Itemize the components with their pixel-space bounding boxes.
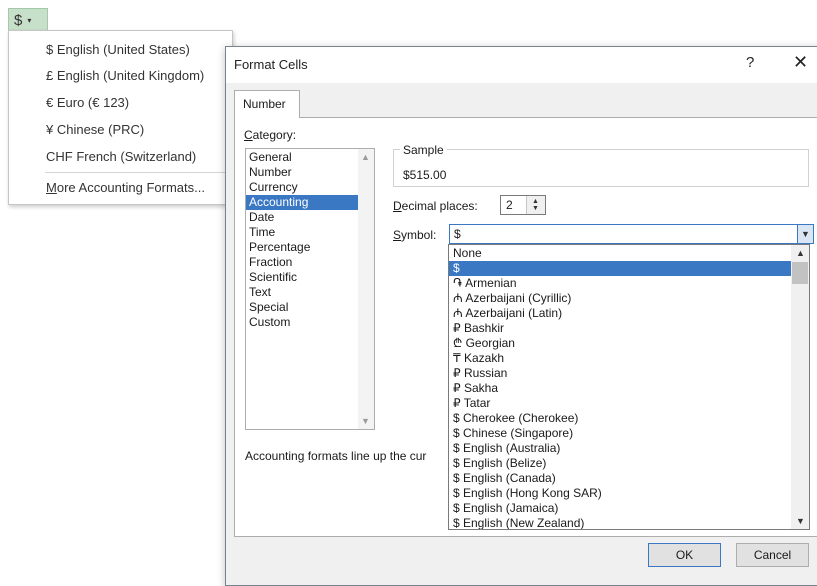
category-item-selected[interactable]: Accounting bbox=[246, 195, 362, 210]
decimal-places-label: Decimal places: bbox=[393, 199, 478, 213]
format-description: Accounting formats line up the cur bbox=[245, 449, 427, 463]
cancel-button[interactable]: Cancel bbox=[736, 543, 809, 567]
category-item[interactable]: General bbox=[246, 150, 362, 165]
category-item[interactable]: Percentage bbox=[246, 240, 362, 255]
category-item[interactable]: Number bbox=[246, 165, 362, 180]
symbol-option[interactable]: ₽ Russian bbox=[449, 366, 791, 381]
symbol-option[interactable]: ₽ Bashkir bbox=[449, 321, 791, 336]
spin-down-icon[interactable]: ▼ bbox=[532, 205, 539, 212]
symbol-option[interactable]: ₼ Azerbaijani (Latin) bbox=[449, 306, 791, 321]
sample-group bbox=[393, 149, 809, 187]
category-item[interactable]: Text bbox=[246, 285, 362, 300]
symbol-option[interactable]: $ English (Hong Kong SAR) bbox=[449, 486, 791, 501]
symbol-option[interactable]: $ English (Australia) bbox=[449, 441, 791, 456]
symbol-option[interactable]: None bbox=[449, 246, 791, 261]
ok-button[interactable]: OK bbox=[648, 543, 721, 567]
decimal-places-spinner[interactable]: ▲ ▼ bbox=[526, 196, 545, 214]
dialog-title: Format Cells bbox=[234, 57, 308, 72]
category-item[interactable]: Date bbox=[246, 210, 362, 225]
menu-separator bbox=[45, 172, 228, 173]
menu-item-euro[interactable]: € Euro (€ 123) bbox=[46, 95, 129, 110]
help-button[interactable]: ? bbox=[746, 54, 754, 71]
chevron-down-icon[interactable]: ▼ bbox=[797, 224, 814, 244]
scroll-up-icon[interactable]: ▲ bbox=[796, 248, 805, 258]
symbol-option[interactable]: ₸ Kazakh bbox=[449, 351, 791, 366]
tab-number[interactable]: Number bbox=[234, 90, 300, 118]
accounting-format-button[interactable]: $ ▾ bbox=[8, 8, 48, 32]
symbol-option[interactable]: $ Chinese (Singapore) bbox=[449, 426, 791, 441]
scroll-down-icon[interactable]: ▼ bbox=[361, 416, 370, 426]
category-scrollbar[interactable]: ▲ ▼ bbox=[358, 149, 374, 429]
symbol-option[interactable]: ֏ Armenian bbox=[449, 276, 791, 291]
category-item[interactable]: Fraction bbox=[246, 255, 362, 270]
menu-item-gbp[interactable]: £ English (United Kingdom) bbox=[46, 68, 204, 83]
symbol-option[interactable]: ₽ Tatar bbox=[449, 396, 791, 411]
category-item[interactable]: Scientific bbox=[246, 270, 362, 285]
symbol-option[interactable]: $ English (Canada) bbox=[449, 471, 791, 486]
sample-label: Sample bbox=[400, 143, 447, 157]
dollar-icon: $ bbox=[14, 12, 23, 29]
category-item[interactable]: Currency bbox=[246, 180, 362, 195]
chevron-down-icon: ▾ bbox=[27, 16, 32, 26]
menu-item-chf[interactable]: CHF French (Switzerland) bbox=[46, 149, 196, 164]
dialog-titlebar: Format Cells ? ✕ bbox=[226, 47, 817, 83]
symbol-option[interactable]: ₽ Sakha bbox=[449, 381, 791, 396]
category-item[interactable]: Special bbox=[246, 300, 362, 315]
menu-item-usd[interactable]: $ English (United States) bbox=[46, 42, 190, 57]
symbol-option[interactable]: $ English (Jamaica) bbox=[449, 501, 791, 516]
symbol-label: Symbol: bbox=[393, 228, 437, 242]
symbol-option[interactable]: $ English (Belize) bbox=[449, 456, 791, 471]
more-accounting-formats[interactable]: More Accounting Formats... bbox=[46, 180, 205, 195]
spin-up-icon[interactable]: ▲ bbox=[532, 198, 539, 205]
scrollbar-thumb[interactable] bbox=[792, 262, 808, 284]
symbol-list-scrollbar[interactable]: ▲ ▼ bbox=[791, 245, 809, 529]
category-item[interactable]: Time bbox=[246, 225, 362, 240]
symbol-dropdown-list[interactable]: None $ ֏ Armenian ₼ Azerbaijani (Cyrilli… bbox=[448, 244, 810, 530]
symbol-option[interactable]: $ English (New Zealand) bbox=[449, 516, 791, 529]
menu-item-cny[interactable]: ¥ Chinese (PRC) bbox=[46, 122, 144, 137]
symbol-select[interactable]: $ bbox=[449, 224, 813, 244]
category-label: Category: bbox=[244, 128, 297, 142]
sample-value: $515.00 bbox=[403, 168, 447, 182]
scroll-down-icon[interactable]: ▼ bbox=[796, 516, 805, 526]
symbol-option[interactable]: ₾ Georgian bbox=[449, 336, 791, 351]
category-list[interactable]: General Number Currency Accounting Date … bbox=[245, 148, 375, 430]
close-icon[interactable]: ✕ bbox=[793, 52, 808, 73]
symbol-option-selected[interactable]: $ bbox=[449, 261, 791, 276]
symbol-option[interactable]: $ Cherokee (Cherokee) bbox=[449, 411, 791, 426]
scroll-up-icon[interactable]: ▲ bbox=[361, 152, 370, 162]
symbol-option[interactable]: ₼ Azerbaijani (Cyrillic) bbox=[449, 291, 791, 306]
category-item[interactable]: Custom bbox=[246, 315, 362, 330]
accounting-format-menu: $ English (United States) £ English (Uni… bbox=[8, 30, 233, 205]
